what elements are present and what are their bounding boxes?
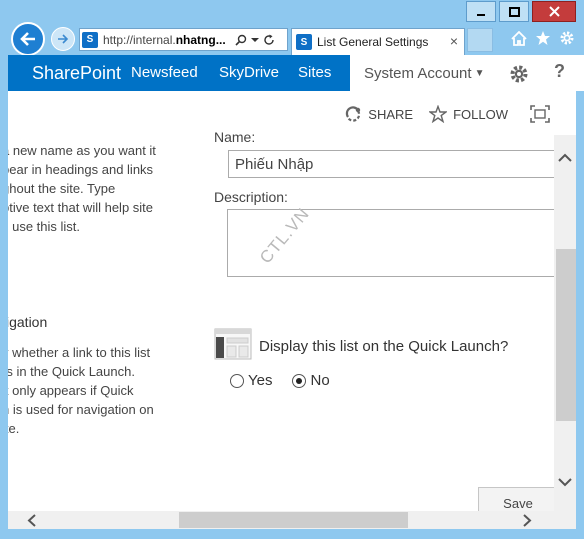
help-icon[interactable]: ? xyxy=(554,61,565,82)
chevron-down-icon[interactable] xyxy=(251,37,259,43)
radio-no[interactable] xyxy=(292,373,307,388)
follow-label: FOLLOW xyxy=(453,106,508,122)
maximize-button[interactable] xyxy=(499,1,529,22)
close-icon xyxy=(548,6,560,17)
new-tab-button[interactable] xyxy=(467,28,493,52)
user-menu[interactable]: System Account ▼ xyxy=(364,65,484,82)
address-prefix: http://internal. xyxy=(103,32,176,47)
refresh-icon[interactable] xyxy=(263,34,275,46)
horizontal-scrollbar[interactable] xyxy=(8,511,554,529)
back-button[interactable] xyxy=(11,22,45,56)
radio-no-label[interactable]: No xyxy=(310,372,329,389)
address-url[interactable]: http://internal.nhatng... xyxy=(103,33,231,47)
radio-yes-label[interactable]: Yes xyxy=(248,372,272,389)
home-icon[interactable] xyxy=(510,29,528,47)
suite-bar-right: System Account ▼ ? xyxy=(350,55,584,91)
arrow-left-icon xyxy=(20,32,35,46)
navigation-section-heading: igation xyxy=(8,314,48,330)
maximize-icon xyxy=(508,6,520,17)
description-label: Description: xyxy=(214,189,288,205)
radio-yes[interactable] xyxy=(230,373,244,388)
browser-toolbar-icons xyxy=(510,29,576,47)
list-name-input[interactable] xyxy=(228,150,554,178)
scroll-up-arrow-icon[interactable] xyxy=(558,153,572,163)
window-frame-right xyxy=(576,55,584,539)
settings-gear-icon[interactable] xyxy=(509,64,529,84)
tab-close-button[interactable]: × xyxy=(450,33,458,49)
search-icon[interactable] xyxy=(235,34,247,46)
name-section-description: a new name as you want it pear in headin… xyxy=(8,143,156,234)
quick-launch-radio-group: Yes No xyxy=(230,372,330,389)
horizontal-scroll-thumb[interactable] xyxy=(179,512,408,528)
browser-chrome: S http://internal.nhatng... S List Gener… xyxy=(0,0,584,56)
vertical-scrollbar[interactable] xyxy=(554,135,576,499)
window-controls xyxy=(463,1,576,22)
star-outline-icon xyxy=(429,105,448,123)
sharepoint-favicon-icon: S xyxy=(296,34,312,50)
minimize-button[interactable] xyxy=(466,1,496,22)
sharepoint-brand[interactable]: SharePoint xyxy=(32,63,121,84)
tab-title: List General Settings xyxy=(317,35,429,49)
nav-link-sites[interactable]: Sites xyxy=(298,64,331,81)
address-host: nhatng... xyxy=(175,32,226,47)
tools-gear-icon[interactable] xyxy=(558,29,576,47)
radio-no-option: No xyxy=(292,372,330,389)
follow-button[interactable]: FOLLOW xyxy=(429,105,508,123)
star-favorites-icon[interactable] xyxy=(534,29,552,47)
share-label: SHARE xyxy=(368,106,414,122)
scroll-left-arrow-icon[interactable] xyxy=(27,514,37,527)
share-icon xyxy=(346,106,361,122)
window-frame-left xyxy=(0,55,8,539)
scroll-right-arrow-icon[interactable] xyxy=(522,514,532,527)
page-actions: SHARE FOLLOW xyxy=(344,105,554,123)
caret-down-icon: ▼ xyxy=(474,68,485,79)
save-button[interactable]: Save xyxy=(478,487,554,511)
vertical-scroll-thumb[interactable] xyxy=(556,249,576,421)
minimize-icon xyxy=(477,13,485,16)
nav-link-newsfeed[interactable]: Newsfeed xyxy=(131,64,198,81)
sharepoint-suite-bar: SharePoint Newsfeed SkyDrive Sites Syste… xyxy=(8,55,584,91)
navigation-section-description: y whether a link to this list rs in the … xyxy=(8,345,154,436)
scrollbar-corner xyxy=(554,499,576,529)
forward-button[interactable] xyxy=(51,27,75,51)
quick-launch-icon xyxy=(214,328,252,360)
focus-on-content-icon[interactable] xyxy=(530,105,550,123)
share-button[interactable]: SHARE xyxy=(344,105,413,123)
tab-list-general-settings[interactable]: S List General Settings × xyxy=(291,28,465,55)
user-name: System Account xyxy=(364,65,472,82)
nav-item-sites[interactable]: Sites xyxy=(284,55,350,91)
radio-selected-dot xyxy=(296,377,303,384)
close-window-button[interactable] xyxy=(532,1,576,22)
nav-link-skydrive[interactable]: SkyDrive xyxy=(219,64,279,81)
scroll-down-arrow-icon[interactable] xyxy=(558,477,572,487)
quick-launch-question: Display this list on the Quick Launch? xyxy=(259,338,509,355)
address-tools xyxy=(235,34,275,46)
address-bar[interactable]: S http://internal.nhatng... xyxy=(79,28,288,51)
sharepoint-favicon-icon: S xyxy=(82,31,98,48)
page-content: SHARE FOLLOW a new name as you want it p… xyxy=(8,91,554,511)
name-label: Name: xyxy=(214,129,256,145)
arrow-right-icon xyxy=(58,34,69,44)
window-frame-bottom xyxy=(0,529,584,539)
